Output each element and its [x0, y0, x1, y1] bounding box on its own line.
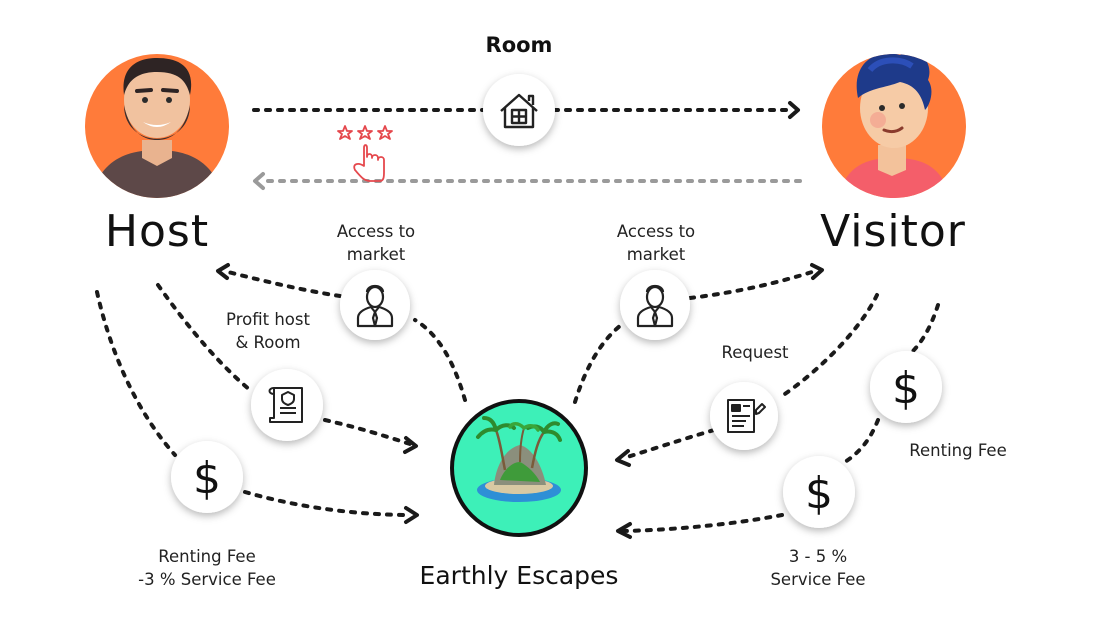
arrow-island-to-access-left	[413, 318, 467, 402]
request-label: Request	[721, 343, 789, 362]
dollar-icon-right: $	[870, 351, 942, 423]
visitor-avatar	[822, 54, 966, 198]
access-to-market-right-label: Access to market	[616, 222, 696, 264]
arrow-service-fee-to-island	[622, 513, 784, 533]
arrow-fee-right-to-service-fee	[843, 418, 880, 464]
access-to-market-left-label: Access to market	[336, 222, 416, 264]
request-form-icon	[710, 382, 778, 450]
contract-scroll-icon	[251, 369, 323, 441]
svg-text:$: $	[892, 363, 920, 414]
renting-fee-right-label: Renting Fee	[909, 441, 1007, 460]
arrow-visitor-to-fee-right	[906, 303, 940, 358]
arrow-host-to-fee-left	[95, 290, 177, 457]
dollar-icon-service: $	[783, 456, 855, 528]
arrow-request-to-island	[622, 428, 716, 460]
star-rating-hand-icon	[337, 125, 393, 182]
renting-fee-left-label: Renting Fee -3 % Service Fee	[138, 547, 276, 589]
businessman-icon-right	[620, 270, 690, 340]
dollar-icon-left: $	[171, 441, 243, 513]
arrow-access-right-to-visitor	[688, 270, 814, 300]
room-label: Room	[485, 33, 553, 57]
svg-text:$: $	[805, 468, 833, 519]
businessman-icon-left	[340, 270, 410, 340]
arrow-fee-left-to-island	[243, 490, 412, 517]
earthly-escapes-island	[450, 399, 588, 537]
service-fee-label: 3 - 5 % Service Fee	[770, 547, 866, 589]
svg-text:$: $	[193, 453, 221, 504]
host-avatar	[85, 54, 229, 198]
profit-host-room-label: Profit host & Room	[226, 310, 310, 352]
arrow-island-to-access-right	[573, 320, 627, 404]
house-icon	[483, 74, 555, 146]
visitor-label: Visitor	[820, 206, 966, 257]
arrow-access-left-to-host	[226, 270, 342, 298]
arrow-contract-to-island	[323, 418, 412, 446]
ecosystem-diagram: $ $ $ Room Host Visitor Earthly Escapes …	[0, 0, 1100, 635]
host-label: Host	[104, 206, 210, 257]
earthly-escapes-label: Earthly Escapes	[419, 561, 619, 590]
